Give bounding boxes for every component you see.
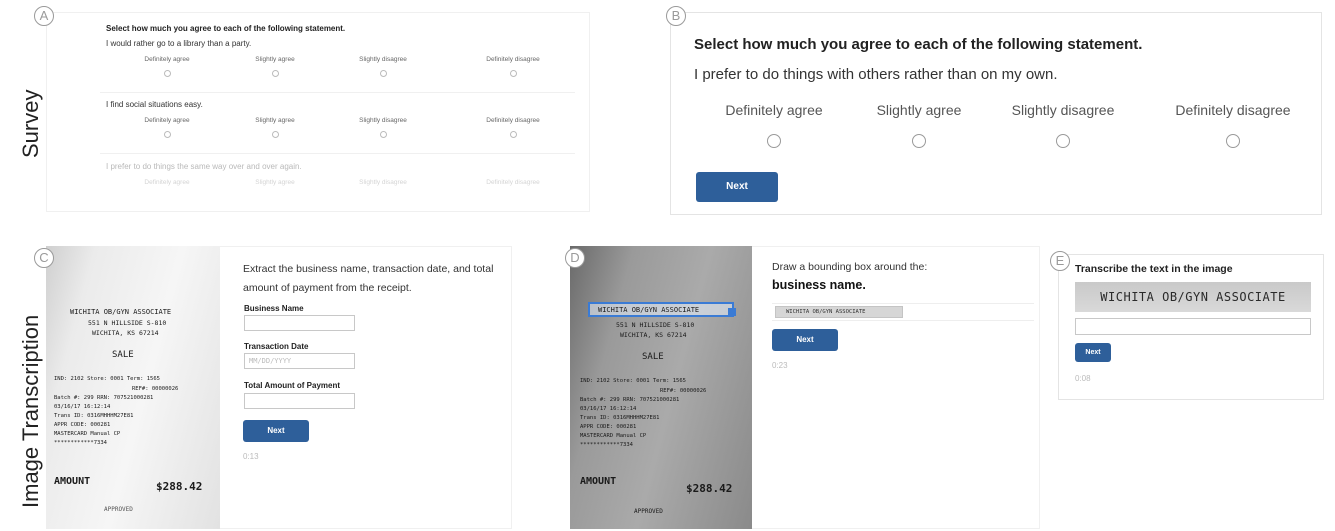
row-label-survey: Survey xyxy=(18,89,43,158)
receipt-d-address-2: WICHITA, KS 67214 xyxy=(620,331,687,339)
receipt-address-2: WICHITA, KS 67214 xyxy=(92,329,159,337)
panel-d-timer: 0:23 xyxy=(772,361,788,370)
panel-b-option-1: Definitely agree xyxy=(725,102,823,118)
receipt-d-batch: Batch #: 299 RRN: 707521000281 xyxy=(580,397,680,403)
panel-a-q2-option-4: Definitely disagree xyxy=(486,117,540,124)
receipt-batch: Batch #: 299 RRN: 707521000281 xyxy=(54,395,154,401)
panel-b-option-4: Definitely disagree xyxy=(1175,102,1291,118)
panel-d-instruction: Draw a bounding box around the: xyxy=(772,261,928,273)
panel-a-divider-1 xyxy=(100,92,575,93)
panel-e-instruction: Transcribe the text in the image xyxy=(1075,263,1233,275)
panel-a-q2-option-3: Slightly disagree xyxy=(359,117,407,124)
panel-a-q1-option-4: Definitely disagree xyxy=(486,56,540,63)
panel-e-image-text: WICHITA OB/GYN ASSOCIATE xyxy=(1100,290,1286,304)
business-name-input[interactable] xyxy=(244,315,355,331)
receipt-approved: APPROVED xyxy=(104,506,133,513)
receipt-d-sale: SALE xyxy=(642,352,664,362)
receipt-amount-label: AMOUNT xyxy=(54,476,91,487)
receipt-sale: SALE xyxy=(112,350,134,360)
panel-b-next-button[interactable]: Next xyxy=(696,172,778,202)
panel-e-transcription-input[interactable] xyxy=(1075,318,1311,335)
receipt-d-address-1: 551 N HILLSIDE S-810 xyxy=(616,321,695,329)
receipt-trans: Trans ID: 0316MHHHM27E81 xyxy=(54,413,134,419)
panel-a-q1-radio-2[interactable] xyxy=(272,70,279,77)
panel-d-receipt-image: WICHITA OB/GYN ASSOCIATE 551 N HILLSIDE … xyxy=(570,246,752,529)
panel-b-radio-2[interactable] xyxy=(912,134,926,148)
panel-b-instruction: Select how much you agree to each of the… xyxy=(694,36,1143,53)
panel-b-radio-4[interactable] xyxy=(1226,134,1240,148)
transaction-date-placeholder: MM/DD/YYYY xyxy=(249,357,292,365)
panel-a-q2-radio-2[interactable] xyxy=(272,131,279,138)
panel-a-q2-option-1: Definitely agree xyxy=(144,117,190,124)
panel-c-instruction: Extract the business name, transaction d… xyxy=(243,263,494,294)
row-label-image-transcription: Image Transcription xyxy=(18,314,43,508)
panel-a-question-3: I prefer to do things the same way over … xyxy=(106,162,302,171)
receipt-address-1: 551 N HILLSIDE S-810 xyxy=(88,319,167,327)
receipt-d-ind: IND: 2102 Store: 0001 Term: 1565 xyxy=(580,378,686,384)
receipt-ind: IND: 2102 Store: 0001 Term: 1565 xyxy=(54,376,160,382)
receipt-d-amount-value: $288.42 xyxy=(686,482,733,495)
panel-a-q2-option-2: Slightly agree xyxy=(255,117,295,124)
panel-b-question: I prefer to do things with others rather… xyxy=(694,66,1058,83)
receipt-d-amount-label: AMOUNT xyxy=(580,476,617,487)
panel-letter-d: D xyxy=(565,248,585,268)
panel-a-q2-radio-1[interactable] xyxy=(164,131,171,138)
receipt-d-appr: APPR CODE: 000281 xyxy=(580,424,637,430)
panel-a-q1-option-1: Definitely agree xyxy=(144,56,190,63)
panel-d-target: business name. xyxy=(772,278,866,292)
transaction-date-label: Transaction Date xyxy=(244,342,309,351)
receipt-appr: APPR CODE: 000281 xyxy=(54,422,111,428)
panel-b-radio-1[interactable] xyxy=(767,134,781,148)
panel-letter-c: C xyxy=(34,248,54,268)
panel-b-option-2: Slightly agree xyxy=(876,102,962,118)
panel-c-next-button[interactable]: Next xyxy=(243,420,309,442)
panel-a-question-2: I find social situations easy. xyxy=(106,100,203,109)
panel-b-option-3: Slightly disagree xyxy=(1011,102,1115,118)
receipt-ref: REF#: 00000026 xyxy=(132,386,179,392)
panel-a-q1-radio-4[interactable] xyxy=(510,70,517,77)
panel-d-crop-preview: WICHITA OB/GYN ASSOCIATE xyxy=(775,306,903,318)
panel-a-q1-option-3: Slightly disagree xyxy=(359,56,407,63)
panel-d-crop-text: WICHITA OB/GYN ASSOCIATE xyxy=(786,309,866,315)
panel-letter-e: E xyxy=(1050,251,1070,271)
receipt-amount-value: $288.42 xyxy=(156,480,203,493)
panel-a-q2-radio-3[interactable] xyxy=(380,131,387,138)
panel-e-timer: 0:08 xyxy=(1075,374,1091,383)
total-amount-input[interactable] xyxy=(244,393,355,409)
panel-a-instruction: Select how much you agree to each of the… xyxy=(106,24,346,33)
panel-e-text-image: WICHITA OB/GYN ASSOCIATE xyxy=(1075,282,1311,312)
panel-a-q1-radio-1[interactable] xyxy=(164,70,171,77)
receipt-d-ref: REF#: 00000026 xyxy=(660,388,707,394)
panel-a-q1-option-2: Slightly agree xyxy=(255,56,295,63)
panel-c-receipt-image: WICHITA OB/GYN ASSOCIATE 551 N HILLSIDE … xyxy=(46,246,220,529)
receipt-d-card-number: ************7334 xyxy=(580,442,633,448)
panel-letter-a: A xyxy=(34,6,54,26)
receipt-d-business: WICHITA OB/GYN ASSOCIATE xyxy=(598,306,700,314)
panel-b-radio-3[interactable] xyxy=(1056,134,1070,148)
panel-d-next-button[interactable]: Next xyxy=(772,329,838,351)
panel-letter-b: B xyxy=(666,6,686,26)
panel-a-fade-overlay xyxy=(100,175,580,210)
receipt-d-trans: Trans ID: 0316MHHHM27E81 xyxy=(580,415,660,421)
panel-a-question-1: I would rather go to a library than a pa… xyxy=(106,39,252,48)
business-name-label: Business Name xyxy=(244,304,304,313)
transaction-date-input[interactable]: MM/DD/YYYY xyxy=(244,353,355,369)
receipt-d-date: 03/16/17 16:12:14 xyxy=(580,406,637,412)
receipt-d-approved: APPROVED xyxy=(634,508,663,515)
receipt-card: MASTERCARD Manual CP xyxy=(54,431,121,437)
panel-a-q2-radio-4[interactable] xyxy=(510,131,517,138)
receipt-d-card: MASTERCARD Manual CP xyxy=(580,433,647,439)
receipt-card-number: ************7334 xyxy=(54,440,107,446)
total-amount-label: Total Amount of Payment xyxy=(244,381,340,390)
panel-a-divider-2 xyxy=(100,153,575,154)
bounding-box-handle[interactable] xyxy=(728,308,736,316)
panel-a-q1-radio-3[interactable] xyxy=(380,70,387,77)
receipt-date: 03/16/17 16:12:14 xyxy=(54,404,111,410)
receipt-business: WICHITA OB/GYN ASSOCIATE xyxy=(70,308,172,316)
panel-e-next-button[interactable]: Next xyxy=(1075,343,1111,362)
panel-c-timer: 0:13 xyxy=(243,452,259,461)
